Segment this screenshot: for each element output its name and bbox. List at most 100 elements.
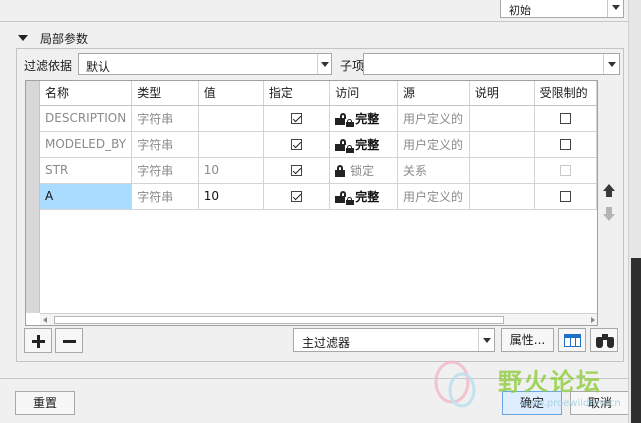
filter-label: 过滤依据 <box>24 59 73 73</box>
cell-type[interactable]: 字符串 <box>131 157 199 184</box>
checkbox-icon[interactable] <box>291 165 303 176</box>
add-parameter-button[interactable] <box>24 328 52 353</box>
unlock-icon <box>335 139 347 151</box>
cell-restricted[interactable] <box>534 183 597 210</box>
move-up-icon[interactable] <box>603 184 615 198</box>
filter-dropdown[interactable] <box>317 54 331 74</box>
filter-value: 默认 <box>86 60 111 74</box>
cell-name[interactable]: MODELED_BY <box>40 131 133 158</box>
access-text: 完整 <box>355 189 380 204</box>
access-text: 完整 <box>355 111 380 126</box>
access-text: 锁定 <box>350 163 375 178</box>
col-header-name[interactable]: 名称 <box>40 81 133 106</box>
sub-item-dropdown[interactable] <box>603 54 619 74</box>
lock-icon <box>346 144 355 153</box>
state-combo-value: 初始 <box>509 4 531 17</box>
checkbox-icon[interactable] <box>559 191 571 202</box>
main-filter-combo[interactable]: 主过滤器 <box>293 328 495 352</box>
cell-source[interactable]: 用户定义的 <box>397 131 470 158</box>
chevron-down-icon <box>321 62 329 67</box>
cell-access[interactable]: 完整 <box>329 131 398 158</box>
cell-description[interactable] <box>469 105 535 132</box>
filter-combo[interactable]: 默认 <box>78 53 332 75</box>
main-filter-dropdown[interactable] <box>478 329 494 351</box>
top-bar: 初始 <box>0 0 628 22</box>
col-header-type[interactable]: 类型 <box>131 81 199 106</box>
checkbox-icon[interactable] <box>291 191 303 202</box>
table-row[interactable]: A 字符串 10 完整 用户定义的 <box>40 183 597 210</box>
checkbox-icon <box>559 165 571 176</box>
cell-source[interactable]: 用户定义的 <box>397 105 470 132</box>
lock-icon <box>346 196 355 205</box>
cell-name[interactable]: DESCRIPTION <box>40 105 133 132</box>
ok-button[interactable]: 确定 <box>502 391 562 415</box>
checkbox-icon[interactable] <box>559 139 571 150</box>
main-filter-value: 主过滤器 <box>302 336 351 350</box>
state-combo[interactable]: 初始 <box>500 0 624 18</box>
cell-designated[interactable] <box>263 131 331 158</box>
cell-restricted[interactable] <box>534 105 597 132</box>
move-down-icon[interactable] <box>603 207 615 221</box>
table-row[interactable]: STR 字符串 10 锁定 关系 <box>40 157 597 184</box>
col-header-access[interactable]: 访问 <box>329 81 398 106</box>
scroll-right-icon[interactable] <box>591 317 595 323</box>
cancel-button[interactable]: 取消 <box>570 391 630 415</box>
cell-value[interactable] <box>198 105 264 132</box>
checkbox-icon[interactable] <box>559 113 571 124</box>
search-button[interactable] <box>590 328 618 352</box>
window-right-edge <box>628 0 641 423</box>
col-header-designated[interactable]: 指定 <box>263 81 331 106</box>
table-view-button[interactable] <box>558 328 586 352</box>
horizontal-scrollbar[interactable] <box>40 313 597 325</box>
cell-value[interactable]: 10 <box>198 183 264 210</box>
cell-source[interactable]: 关系 <box>397 157 470 184</box>
state-combo-dropdown[interactable] <box>607 0 623 17</box>
checkbox-icon[interactable] <box>291 139 303 150</box>
cell-access[interactable]: 锁定 <box>329 157 398 184</box>
cell-access[interactable]: 完整 <box>329 183 398 210</box>
access-text: 完整 <box>355 137 380 152</box>
row-header-column[interactable] <box>26 81 40 313</box>
scrollbar-thumb[interactable] <box>54 316 504 324</box>
chevron-down-icon <box>612 5 620 10</box>
table-row[interactable]: DESCRIPTION 字符串 完整 用户定义的 <box>40 105 597 132</box>
collapse-caret-icon[interactable] <box>18 35 28 41</box>
parameter-table[interactable]: 名称 类型 值 指定 访问 源 说明 受限制的 DESCRIPTION 字符串 … <box>25 80 598 326</box>
cell-value[interactable] <box>198 131 264 158</box>
cell-designated[interactable] <box>263 183 331 210</box>
chevron-down-icon <box>483 338 491 343</box>
cell-description[interactable] <box>469 183 535 210</box>
cell-description[interactable] <box>469 131 535 158</box>
chevron-down-icon <box>608 62 616 67</box>
reset-button[interactable]: 重置 <box>15 391 75 415</box>
cell-type[interactable]: 字符串 <box>131 105 199 132</box>
col-header-source[interactable]: 源 <box>397 81 470 106</box>
cell-source[interactable]: 用户定义的 <box>397 183 470 210</box>
cell-type[interactable]: 字符串 <box>131 183 199 210</box>
cell-description[interactable] <box>469 157 535 184</box>
col-header-description[interactable]: 说明 <box>469 81 535 106</box>
col-header-restricted[interactable]: 受限制的 <box>534 81 597 106</box>
unlock-icon <box>335 113 347 125</box>
cell-restricted[interactable] <box>534 131 597 158</box>
table-row[interactable]: MODELED_BY 字符串 完整 用户定义的 <box>40 131 597 158</box>
cell-access[interactable]: 完整 <box>329 105 398 132</box>
lock-icon <box>335 165 346 177</box>
sub-item-combo[interactable] <box>363 53 620 75</box>
cell-name[interactable]: A <box>40 183 133 210</box>
section-title: 局部参数 <box>40 32 89 46</box>
cell-restricted <box>534 157 597 184</box>
table-header-row: 名称 类型 值 指定 访问 源 说明 受限制的 <box>40 81 597 106</box>
cell-value[interactable]: 10 <box>198 157 264 184</box>
properties-button[interactable]: 属性... <box>501 328 554 352</box>
remove-parameter-button[interactable] <box>55 328 83 353</box>
cell-designated[interactable] <box>263 105 331 132</box>
cell-designated[interactable] <box>263 157 331 184</box>
scroll-left-icon[interactable] <box>43 317 47 323</box>
col-header-value[interactable]: 值 <box>198 81 264 106</box>
cell-name[interactable]: STR <box>40 157 133 184</box>
binoculars-icon <box>596 334 614 348</box>
checkbox-icon[interactable] <box>291 113 303 124</box>
unlock-icon <box>335 191 347 203</box>
cell-type[interactable]: 字符串 <box>131 131 199 158</box>
